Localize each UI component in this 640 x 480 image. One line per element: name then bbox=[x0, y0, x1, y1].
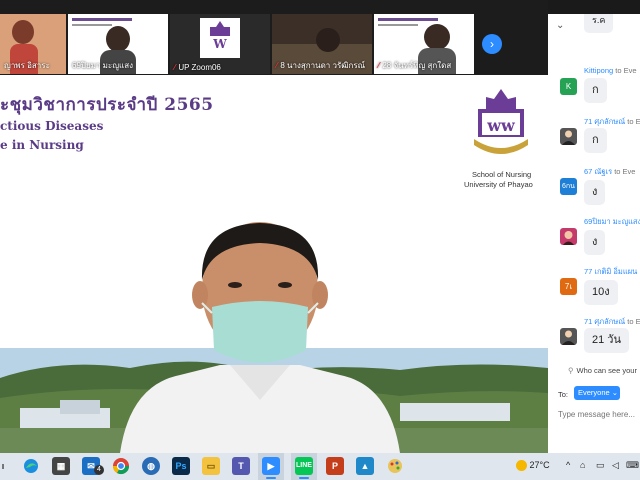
slide-title: ะชุมวิชาการประจำปี 2565 bbox=[0, 95, 214, 115]
chevron-down-icon: ⌄ bbox=[611, 388, 619, 397]
chat-message-bubble: ก bbox=[584, 128, 607, 153]
university-name: University of Phayao bbox=[464, 180, 533, 189]
chat-message-header: 67 ณัฐเร to Eve bbox=[584, 167, 636, 176]
svg-text:ww: ww bbox=[486, 116, 516, 135]
participant-name: 28 จันทร์ทิญ สุกใดส bbox=[382, 61, 452, 70]
participant-tile[interactable]: 69ปิยมา มะญูแสง bbox=[68, 14, 168, 74]
chat-message-header: 71 ศุภลักษณ์ to E bbox=[584, 117, 640, 126]
chrome-icon[interactable] bbox=[112, 457, 130, 475]
university-logo: ww bbox=[474, 89, 528, 154]
line-app-icon[interactable]: LINE bbox=[295, 457, 313, 475]
weather-widget[interactable]: 27°C bbox=[516, 460, 550, 472]
sun-icon bbox=[516, 460, 527, 472]
chat-message-bubble: 10ง bbox=[584, 280, 618, 305]
visibility-notice: ⚲ Who can see your bbox=[568, 366, 637, 375]
file-explorer-icon[interactable]: ▭ bbox=[202, 457, 220, 475]
to-label: To: bbox=[558, 390, 569, 399]
chat-panel: ⌄ ร.ค Kittipong to Eve K ก 71 ศุภลักษณ์ … bbox=[548, 14, 640, 453]
participant-name: UP Zoom06 bbox=[178, 63, 221, 72]
chat-message-input[interactable] bbox=[558, 407, 640, 421]
chat-message-header: 71 ศุภลักษณ์ to E bbox=[584, 317, 640, 326]
start-icon[interactable]: ı bbox=[0, 457, 12, 475]
avatar bbox=[560, 128, 577, 145]
participant-tile[interactable]: ⁄ 28 จันทร์ทิญ สุกใดส bbox=[374, 14, 474, 74]
avatar: K bbox=[560, 78, 577, 95]
chat-message-header: Kittipong to Eve bbox=[584, 66, 637, 75]
zoom-window: ญาพร อิสาระ 69ปิยมา มะญูแสง W ⁄ UP Zoom06… bbox=[0, 0, 640, 480]
mail-badge: 4 bbox=[94, 465, 104, 475]
battery-icon[interactable]: ▭ bbox=[596, 460, 605, 471]
photos-icon[interactable]: ▲ bbox=[356, 457, 374, 475]
photoshop-icon[interactable]: Ps bbox=[172, 457, 190, 475]
chat-message-bubble: ก bbox=[584, 78, 607, 103]
chat-message-bubble: ร.ค bbox=[584, 14, 614, 33]
chat-message-bubble: ง bbox=[584, 180, 606, 205]
teams-icon[interactable]: T bbox=[232, 457, 250, 475]
volume-icon[interactable]: ◁ bbox=[612, 460, 619, 471]
person-icon: ⚲ bbox=[568, 366, 574, 375]
slide-subtitle: e in Nursing bbox=[0, 138, 84, 152]
taskbar: ı ▦ ✉ 4 ◍ Ps ▭ T ▶ LINE P ▲ 27°C ^ ⌂ ▭ ◁… bbox=[0, 453, 640, 480]
avatar bbox=[560, 328, 577, 345]
video-stage: ญาพร อิสาระ 69ปิยมา มะญูแสง W ⁄ UP Zoom06… bbox=[0, 0, 548, 453]
chat-message-header: 77 เกติมิ อิ่มแผน bbox=[584, 267, 638, 276]
globe-icon[interactable]: ◍ bbox=[142, 457, 160, 475]
avatar: 7เ bbox=[560, 278, 577, 295]
chat-message-bubble: 21 วัน bbox=[584, 328, 629, 353]
school-name: School of Nursing bbox=[472, 170, 532, 179]
keyboard-icon[interactable]: ⌨ bbox=[626, 460, 639, 471]
participant-name: 8 นางสุกานดา วรัฒิกรณ์ bbox=[280, 61, 366, 70]
participant-tile[interactable]: ⁄ 8 นางสุกานดา วรัฒิกรณ์ bbox=[272, 14, 372, 74]
edge-browser-icon[interactable] bbox=[22, 457, 40, 475]
powerpoint-icon[interactable]: P bbox=[326, 457, 344, 475]
participant-name: 69ปิยมา มะญูแสง bbox=[72, 61, 133, 70]
paint-icon[interactable] bbox=[386, 457, 404, 475]
chat-message-bubble: ง bbox=[584, 230, 606, 255]
chevron-right-icon[interactable]: › bbox=[482, 34, 502, 54]
recipient-dropdown[interactable]: Everyone ⌄ bbox=[574, 386, 620, 400]
avatar bbox=[560, 228, 577, 245]
slide-subtitle: ctious Diseases bbox=[0, 119, 104, 133]
chevron-down-icon[interactable]: ⌄ bbox=[556, 20, 564, 31]
presenter-video bbox=[120, 222, 400, 453]
mic-muted-icon: ⁄ bbox=[378, 61, 380, 70]
svg-text:W: W bbox=[212, 37, 227, 51]
participant-name: ญาพร อิสาระ bbox=[4, 61, 50, 70]
zoom-icon[interactable]: ▶ bbox=[262, 457, 280, 475]
participant-tile[interactable]: ญาพร อิสาระ bbox=[0, 14, 66, 74]
avatar: 6กน bbox=[560, 178, 577, 195]
store-icon[interactable]: ▦ bbox=[52, 457, 70, 475]
mic-muted-icon: ⁄ bbox=[276, 61, 278, 70]
chat-message-header: 69ปิยมา มะญูแสง bbox=[584, 217, 640, 226]
shared-slide: ะชุมวิชาการประจำปี 2565 ctious Diseases … bbox=[0, 75, 548, 453]
network-icon[interactable]: ⌂ bbox=[580, 460, 585, 470]
participant-strip: ญาพร อิสาระ 69ปิยมา มะญูแสง W ⁄ UP Zoom06… bbox=[0, 0, 548, 75]
chevron-up-icon[interactable]: ^ bbox=[566, 460, 570, 470]
participant-tile[interactable]: W ⁄ UP Zoom06 bbox=[170, 14, 270, 74]
mic-muted-icon: ⁄ bbox=[174, 63, 176, 72]
